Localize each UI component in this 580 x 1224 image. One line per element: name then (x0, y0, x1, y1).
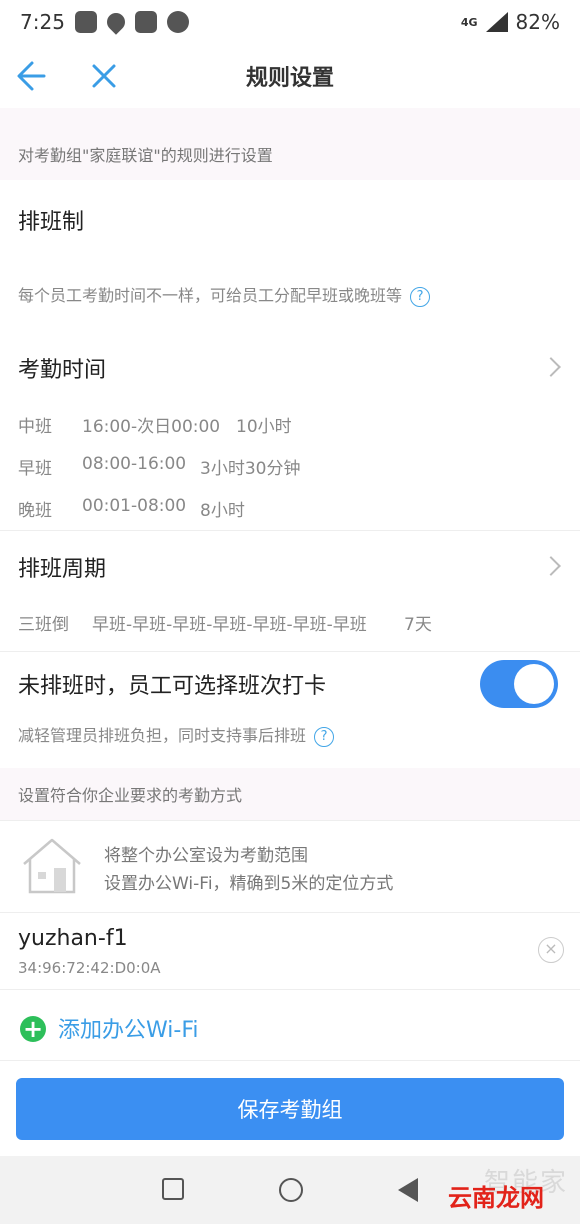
shift-duration: 10小时 (236, 417, 292, 437)
status-right: 4G 82% (461, 10, 560, 34)
image-icon (134, 11, 157, 33)
free-choice-desc: 减轻管理员排班负担，同时支持事后排班 (18, 726, 307, 745)
schedule-title: 排班制 (18, 210, 85, 235)
page-title: 规则设置 (245, 66, 334, 91)
shift-time: 16:00-次日00:00 (82, 417, 221, 437)
divider (0, 820, 580, 821)
save-button[interactable]: 保存考勤组 (16, 1078, 564, 1140)
status-time: 7:25 (20, 10, 65, 34)
attendance-time-title[interactable]: 考勤时间 (0, 352, 580, 384)
office-line2: 设置办公Wi-Fi，精确到5米的定位方式 (104, 874, 394, 894)
shift-time: 00:01-08:00 (82, 496, 187, 516)
shift-row: 早班 08:00-16:00 3小时30分钟 (18, 454, 300, 479)
back-icon[interactable] (398, 1178, 418, 1202)
schedule-desc: 每个员工考勤时间不一样，可给员工分配早班或晚班等 (18, 286, 403, 305)
network-type: 4G (460, 15, 478, 29)
wechat-icon (166, 11, 189, 33)
map-pin-icon (103, 9, 129, 35)
intro-text: 对考勤组"家庭联谊"的规则进行设置 (0, 108, 580, 180)
battery-level: 82% (515, 10, 560, 34)
add-wifi-button[interactable]: 添加办公Wi-Fi (58, 1012, 199, 1044)
nav-bar: 规则设置 (0, 44, 580, 108)
free-choice-toggle[interactable] (480, 660, 558, 708)
shift-duration: 8小时 (200, 501, 245, 521)
shift-row: 中班 16:00-次日00:00 10小时 (18, 412, 292, 437)
notification-icons (74, 9, 189, 35)
wifi-mac: 34:96:72:42:D0:0A (18, 959, 161, 977)
shift-name: 晚班 (18, 501, 52, 521)
watermark-line2: 云南龙网 (448, 1184, 544, 1212)
toggle-knob (514, 664, 554, 704)
divider (0, 1060, 580, 1061)
divider (0, 912, 580, 913)
baidu-icon (74, 11, 97, 33)
shift-name: 早班 (18, 459, 52, 479)
shift-row: 晚班 00:01-08:00 8小时 (18, 496, 245, 521)
cycle-days: 7天 (404, 615, 432, 635)
divider (0, 989, 580, 990)
help-icon[interactable]: ? (410, 286, 431, 307)
divider (0, 530, 580, 531)
shift-name: 中班 (18, 417, 52, 437)
cycle-name: 三班倒 (18, 615, 69, 635)
divider (0, 651, 580, 652)
arrow-left-icon[interactable] (14, 58, 54, 94)
status-bar: 7:25 4G 82% (0, 0, 580, 44)
house-icon (23, 838, 81, 894)
wifi-ssid: yuzhan-f1 (18, 926, 128, 951)
help-icon[interactable]: ? (314, 726, 335, 747)
add-wifi-icon[interactable]: + (20, 1016, 46, 1042)
free-choice-title: 未排班时，员工可选择班次打卡 (18, 674, 327, 699)
signal-icon (485, 12, 508, 32)
rule-settings-screen: 7:25 4G 82% 规则设置 对考勤组"家庭联谊"的规则进行设置 排班制 每… (0, 0, 580, 1224)
schedule-desc-row: 每个员工考勤时间不一样，可给员工分配早班或晚班等? (0, 282, 580, 307)
free-choice-desc-row: 减轻管理员排班负担，同时支持事后排班? (0, 722, 580, 747)
cycle-row: 三班倒 早班-早班-早班-早班-早班-早班-早班 7天 (18, 610, 432, 635)
method-header: 设置符合你企业要求的考勤方式 (0, 768, 580, 820)
home-icon[interactable] (279, 1178, 303, 1202)
remove-wifi-icon[interactable]: × (538, 937, 564, 963)
office-line1: 将整个办公室设为考勤范围 (104, 846, 308, 866)
cycle-title[interactable]: 排班周期 (0, 551, 580, 583)
recent-apps-icon[interactable] (162, 1178, 184, 1200)
close-icon[interactable] (86, 58, 122, 94)
shift-time: 08:00-16:00 (82, 454, 187, 474)
shift-duration: 3小时30分钟 (200, 459, 301, 479)
cycle-pattern: 早班-早班-早班-早班-早班-早班-早班 (92, 615, 367, 635)
